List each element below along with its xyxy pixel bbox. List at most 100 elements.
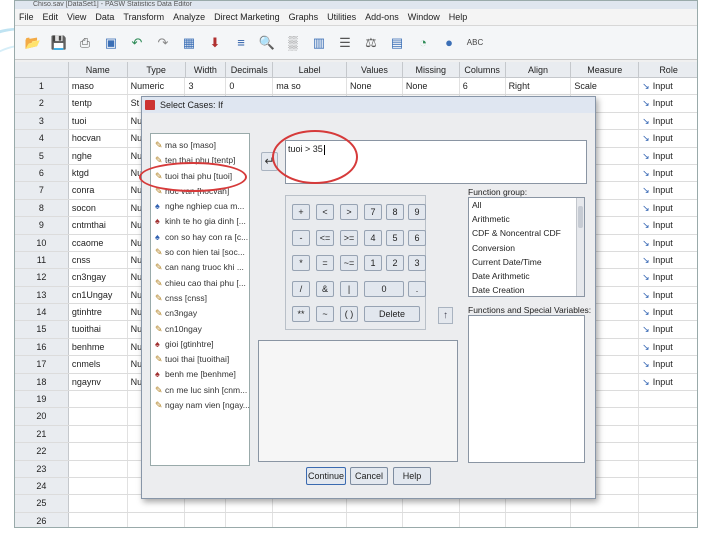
cell-role[interactable]: Input: [639, 304, 697, 320]
cell-name[interactable]: [69, 460, 128, 477]
cell-role[interactable]: [639, 426, 697, 442]
recall-dialog-icon[interactable]: ▣: [101, 33, 121, 53]
row-number[interactable]: 25: [15, 495, 69, 512]
column-header-decimals[interactable]: Decimals: [226, 62, 274, 77]
variable-list[interactable]: ✎ ma so [maso] ✎ ten thai phu [tentp] ✎ tuoi …: [150, 133, 250, 466]
row-number[interactable]: 2: [15, 95, 69, 112]
cell-name[interactable]: [69, 443, 128, 460]
row-number[interactable]: 26: [15, 512, 69, 527]
cell-role[interactable]: Input: [639, 200, 697, 216]
row-number[interactable]: 6: [15, 164, 69, 182]
cell-values[interactable]: None: [347, 78, 403, 95]
keypad-button[interactable]: 9: [408, 204, 426, 220]
row-number[interactable]: 19: [15, 391, 69, 408]
variable-list-item[interactable]: ♠ nghe nghiep cua m...: [151, 199, 249, 214]
row-number[interactable]: 18: [15, 373, 69, 391]
cell-dec[interactable]: 0: [226, 78, 274, 95]
cell-role[interactable]: Input: [639, 269, 697, 285]
insert-cases-icon[interactable]: ▒: [283, 33, 303, 53]
function-group-item[interactable]: Date Creation: [469, 283, 584, 296]
cell-role[interactable]: Input: [639, 148, 697, 164]
row-number[interactable]: 24: [15, 477, 69, 495]
keypad-button[interactable]: ~: [316, 306, 334, 322]
insert-function-up-arrow-button[interactable]: ↑: [438, 307, 453, 324]
open-folder-icon[interactable]: 📂: [23, 33, 43, 53]
keypad-button[interactable]: ~=: [340, 255, 358, 271]
table-row[interactable]: 26: [15, 512, 697, 527]
row-number[interactable]: 7: [15, 182, 69, 199]
keypad-button[interactable]: <=: [316, 230, 334, 246]
cell-name[interactable]: [69, 477, 128, 495]
value-labels-icon[interactable]: ◔: [413, 33, 433, 53]
row-number[interactable]: 15: [15, 321, 69, 338]
column-header-missing[interactable]: Missing: [403, 62, 460, 77]
cell-role[interactable]: Input: [639, 374, 697, 390]
cell-role[interactable]: [639, 408, 697, 424]
row-number[interactable]: 14: [15, 304, 69, 321]
variable-list-item[interactable]: ✎ tuoi thai [tuoithai]: [151, 352, 249, 367]
menu-item-graphs[interactable]: Graphs: [289, 12, 319, 22]
function-group-scrollbar[interactable]: [576, 198, 584, 296]
menu-item-analyze[interactable]: Analyze: [173, 12, 205, 22]
variable-list-item[interactable]: ✎ so con hien tai [soc...: [151, 245, 249, 260]
print-icon[interactable]: ⎙: [75, 33, 95, 53]
insert-variable-icon[interactable]: ▥: [309, 33, 329, 53]
cell-name[interactable]: cn1Ungay: [69, 286, 128, 304]
variable-list-item[interactable]: ✎ tuoi thai phu [tuoi]: [151, 169, 249, 184]
keypad-button[interactable]: 3: [408, 255, 426, 271]
cell-role[interactable]: Input: [639, 356, 697, 372]
variable-list-item[interactable]: ✎ ma so [maso]: [151, 138, 249, 153]
cell-name[interactable]: [69, 425, 128, 443]
move-variable-arrow-button[interactable]: ↵: [261, 152, 278, 171]
keypad-button[interactable]: 7: [364, 204, 382, 220]
weight-cases-icon[interactable]: ⚖: [361, 33, 381, 53]
column-header-values[interactable]: Values: [347, 62, 403, 77]
row-number[interactable]: 8: [15, 199, 69, 217]
cell-name[interactable]: maso: [69, 78, 128, 95]
keypad-button[interactable]: -: [292, 230, 310, 246]
cell-name[interactable]: [69, 512, 128, 527]
keypad-button[interactable]: 0: [364, 281, 404, 297]
menu-item-direct-marketing[interactable]: Direct Marketing: [214, 12, 280, 22]
keypad-button[interactable]: >=: [340, 230, 358, 246]
row-number[interactable]: 22: [15, 443, 69, 460]
cell-role[interactable]: [639, 513, 697, 527]
keypad-button[interactable]: **: [292, 306, 310, 322]
column-header-type[interactable]: Type: [128, 62, 186, 77]
row-number[interactable]: 17: [15, 356, 69, 373]
cell-role[interactable]: Input: [639, 113, 697, 129]
cell-width[interactable]: [185, 512, 227, 527]
cell-name[interactable]: cn3ngay: [69, 269, 128, 286]
keypad-button[interactable]: +: [292, 204, 310, 220]
cell-missing[interactable]: [403, 512, 460, 527]
cancel-button[interactable]: Cancel: [350, 467, 388, 485]
menu-item-add-ons[interactable]: Add-ons: [365, 12, 399, 22]
row-number[interactable]: 13: [15, 286, 69, 304]
menu-item-view[interactable]: View: [67, 12, 86, 22]
help-button[interactable]: Help: [393, 467, 431, 485]
cell-name[interactable]: [69, 391, 128, 408]
cell-name[interactable]: cnmels: [69, 356, 128, 373]
column-header-role[interactable]: Role: [639, 62, 697, 77]
row-number[interactable]: 5: [15, 147, 69, 164]
cell-values[interactable]: [347, 512, 403, 527]
row-number[interactable]: 21: [15, 425, 69, 443]
column-header-measure[interactable]: Measure: [571, 62, 640, 77]
cell-name[interactable]: [69, 408, 128, 425]
keypad-button[interactable]: |: [340, 281, 358, 297]
function-group-item[interactable]: Arithmetic: [469, 212, 584, 226]
variable-list-item[interactable]: ✎ cn me luc sinh [cnm...: [151, 383, 249, 398]
split-file-icon[interactable]: ☰: [335, 33, 355, 53]
variable-list-item[interactable]: ♠ con so hay con ra [c...: [151, 230, 249, 245]
function-group-item[interactable]: CDF & Noncentral CDF: [469, 226, 584, 240]
cell-role[interactable]: Input: [639, 78, 697, 94]
variable-list-item[interactable]: ♠ kinh te ho gia dinh [...: [151, 214, 249, 229]
cell-role[interactable]: Input: [639, 321, 697, 337]
cell-role[interactable]: Input: [639, 165, 697, 181]
cell-role[interactable]: [639, 478, 697, 494]
redo-icon[interactable]: ↷: [153, 33, 173, 53]
keypad-button[interactable]: 2: [386, 255, 404, 271]
cell-role[interactable]: Input: [639, 217, 697, 233]
variable-list-item[interactable]: ✎ ten thai phu [tentp]: [151, 153, 249, 168]
cell-role[interactable]: Input: [639, 235, 697, 251]
